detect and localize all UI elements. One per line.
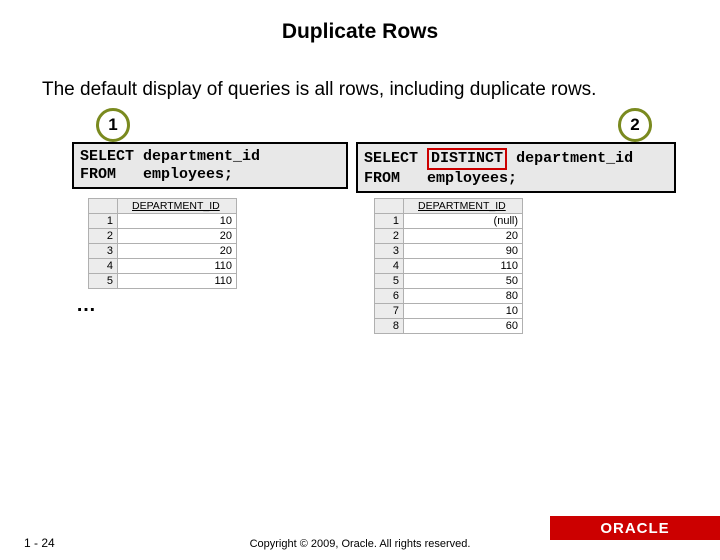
col-header: DEPARTMENT_ID [118,199,237,214]
rownum: 4 [375,259,404,274]
table-row: 220 [375,229,523,244]
rownum: 6 [375,289,404,304]
content-area: 1 2 SELECT department_id FROM employees;… [42,112,678,412]
cell: (null) [404,214,523,229]
rownum-header [375,199,404,214]
sql-code-1: SELECT department_id FROM employees; [72,142,348,189]
footer: ORACLE 1 - 24 Copyright © 2009, Oracle. … [0,516,720,560]
table-row: 320 [89,244,237,259]
distinct-highlight: DISTINCT [427,148,507,169]
slide-title: Duplicate Rows [0,20,720,44]
cell: 90 [404,244,523,259]
table-row: 550 [375,274,523,289]
badge-1: 1 [96,108,130,142]
rownum: 2 [89,229,118,244]
table-row: 110 [89,214,237,229]
result-table-2: DEPARTMENT_ID 1(null) 220 390 4110 550 6… [374,198,523,334]
table-row: 5110 [89,274,237,289]
table-row: 4110 [89,259,237,274]
code1-line2: FROM employees; [80,166,233,183]
code1-line1: SELECT department_id [80,148,260,165]
rownum-header [89,199,118,214]
rownum: 1 [375,214,404,229]
rownum: 3 [89,244,118,259]
col-header: DEPARTMENT_ID [404,199,523,214]
ellipsis: … [76,294,96,317]
cell: 110 [404,259,523,274]
result-table-1: DEPARTMENT_ID 110 220 320 4110 5110 [88,198,237,289]
cell: 110 [118,274,237,289]
cell: 20 [118,229,237,244]
rownum: 5 [89,274,118,289]
table-row: 710 [375,304,523,319]
cell: 10 [118,214,237,229]
table-row: 4110 [375,259,523,274]
logo-strip: ORACLE [550,516,720,540]
badge-2: 2 [618,108,652,142]
cell: 110 [118,259,237,274]
table-row: 390 [375,244,523,259]
code2-rest: department_id [516,150,633,167]
cell: 50 [404,274,523,289]
rownum: 4 [89,259,118,274]
table-row: 860 [375,319,523,334]
rownum: 1 [89,214,118,229]
cell: 60 [404,319,523,334]
cell: 20 [404,229,523,244]
table-row: 220 [89,229,237,244]
rownum: 2 [375,229,404,244]
code2-select: SELECT [364,150,418,167]
rownum: 8 [375,319,404,334]
oracle-logo: ORACLE [600,520,669,537]
code2-line2: FROM employees; [364,170,517,187]
rownum: 3 [375,244,404,259]
cell: 10 [404,304,523,319]
sql-code-2: SELECT DISTINCT department_id FROM emplo… [356,142,676,193]
cell: 20 [118,244,237,259]
rownum: 5 [375,274,404,289]
body-text: The default display of queries is all ro… [42,78,678,102]
table-row: 680 [375,289,523,304]
rownum: 7 [375,304,404,319]
table-row: 1(null) [375,214,523,229]
cell: 80 [404,289,523,304]
